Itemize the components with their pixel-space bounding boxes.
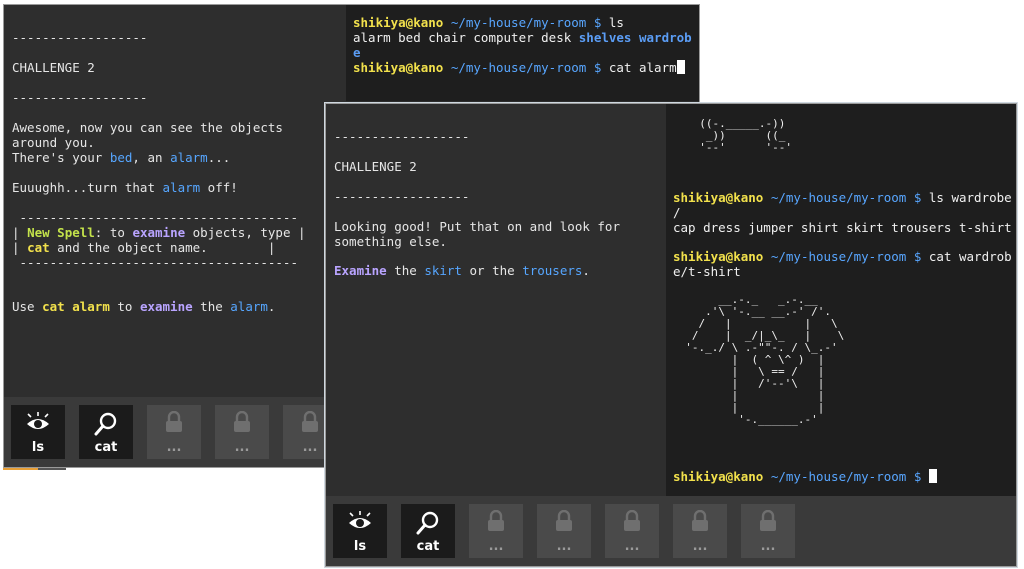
story-panel: ------------------ CHALLENGE 2 ---------… [4, 5, 346, 397]
spell-box-border: ------------------------------------- [12, 255, 298, 270]
story-panel: ------------------ CHALLENGE 2 ---------… [326, 104, 666, 496]
spell-cat-button[interactable]: cat [401, 504, 455, 558]
text-cursor [928, 469, 937, 483]
spell-locked-slot: ... [673, 504, 727, 558]
story-divider: ------------------ [12, 30, 148, 45]
terminal-line: e/t-shirt [673, 264, 741, 279]
magnifier-icon [401, 510, 455, 536]
spell-label: ... [488, 539, 504, 554]
object-trousers: trousers [522, 263, 583, 278]
spell-bar: ls cat ... ... ... ... ... [326, 496, 1016, 566]
terminal-panel[interactable]: shikiya@kano ~/my-house/my-room $ ls ala… [346, 5, 699, 101]
lock-icon [147, 410, 201, 437]
keyword-examine: examine [132, 225, 186, 240]
lock-icon [605, 509, 659, 536]
object-alarm: alarm [162, 180, 201, 195]
spell-locked-slot: ... [605, 504, 659, 558]
eye-icon [11, 411, 65, 437]
story-divider: ------------------ [12, 90, 148, 105]
eye-icon [333, 510, 387, 536]
keyword-cat: cat [27, 240, 50, 255]
story-text: something else. [334, 234, 447, 249]
new-spell-label: New Spell [27, 225, 95, 240]
terminal-line[interactable]: shikiya@kano ~/my-house/my-room $ cat al… [353, 60, 695, 75]
story-text: Awesome, now you can see the objects [12, 120, 283, 135]
magnifier-icon [79, 411, 133, 437]
spell-locked-slot: ... [215, 405, 269, 459]
terminal-panel[interactable]: ((-._____.-)) _)) ((_ '--' '--' shikiya@… [666, 104, 1016, 496]
spell-box-line: | New Spell: to examine objects, type | [12, 225, 306, 240]
keyword-examine: examine [139, 299, 193, 314]
terminal-line: shikiya@kano ~/my-house/my-room $ ls [353, 15, 624, 30]
spell-label: ls [353, 539, 367, 554]
ascii-art-alarm: ((-._____.-)) _)) ((_ '--' '--' [699, 117, 792, 154]
keyword-examine: Examine [334, 263, 387, 278]
story-text: Euuughh...turn that alarm off! [12, 180, 238, 195]
lock-icon [469, 509, 523, 536]
spell-locked-slot: ... [537, 504, 591, 558]
spell-ls-button[interactable]: ls [11, 405, 65, 459]
spell-label: ... [166, 440, 182, 455]
spell-locked-slot: ... [741, 504, 795, 558]
story-text: around you. [12, 135, 95, 150]
spell-label: ... [234, 440, 250, 455]
terminal-output: cap dress jumper shirt skirt trousers t-… [673, 220, 1012, 235]
spell-box-border: ------------------------------------- [12, 210, 298, 225]
command-cat-alarm: cat alarm [42, 299, 110, 314]
terminal-line: shikiya@kano ~/my-house/my-room $ cat wa… [673, 249, 1012, 264]
object-bed: bed [109, 150, 133, 165]
challenge-title: CHALLENGE 2 [334, 159, 417, 174]
challenge-title: CHALLENGE 2 [12, 60, 95, 75]
terminal-line[interactable]: shikiya@kano ~/my-house/my-room $ [673, 469, 1012, 484]
spell-box-line: | cat and the object name. | [12, 240, 276, 255]
lock-icon [215, 410, 269, 437]
terminal-quest-window-front: ------------------ CHALLENGE 2 ---------… [325, 103, 1017, 567]
terminal-output: e [353, 45, 361, 60]
spell-label: ls [31, 440, 45, 455]
spell-label: ... [624, 539, 640, 554]
lock-icon [673, 509, 727, 536]
terminal-line: / [673, 205, 681, 220]
text-cursor [676, 60, 685, 74]
spell-ls-button[interactable]: ls [333, 504, 387, 558]
object-alarm: alarm [170, 150, 208, 165]
spell-label: ... [692, 539, 708, 554]
story-text: Use cat alarm to examine the alarm. [12, 299, 276, 314]
spell-locked-slot: ... [147, 405, 201, 459]
terminal-line: shikiya@kano ~/my-house/my-room $ ls war… [673, 190, 1012, 205]
object-alarm: alarm [230, 299, 268, 314]
spell-label: cat [94, 440, 118, 455]
story-text: Examine the skirt or the trousers. [334, 263, 590, 278]
ascii-art-tshirt: __.-._ _.-.__ .'\ '-.__ __.-' /'. / | | … [685, 293, 845, 426]
story-divider: ------------------ [334, 129, 470, 144]
story-text: There's your bed, an alarm... [12, 150, 231, 165]
spell-cat-button[interactable]: cat [79, 405, 133, 459]
spell-label: ... [760, 539, 776, 554]
spell-locked-slot: ... [469, 504, 523, 558]
lock-icon [741, 509, 795, 536]
spell-label: cat [416, 539, 440, 554]
story-divider: ------------------ [334, 189, 470, 204]
lock-icon [537, 509, 591, 536]
story-text: Looking good! Put that on and look for [334, 219, 620, 234]
command-input: cat alarm [608, 60, 677, 75]
spell-label: ... [556, 539, 572, 554]
terminal-output: alarm bed chair computer desk shelves wa… [353, 30, 692, 45]
object-skirt: skirt [424, 263, 462, 278]
